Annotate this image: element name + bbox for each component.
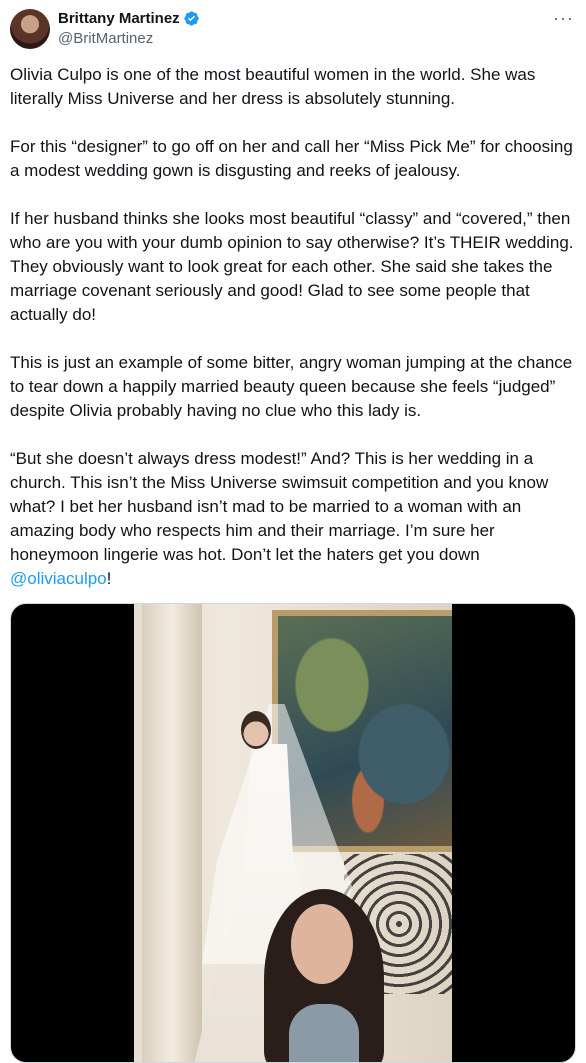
tweet-header: Brittany Martinez @BritMartinez ··· bbox=[10, 8, 576, 52]
tweet-text: Olivia Culpo is one of the most beautifu… bbox=[10, 63, 576, 591]
author-handle[interactable]: @BritMartinez bbox=[58, 30, 153, 47]
tweet-paragraph: For this “designer” to go off on her and… bbox=[10, 137, 573, 180]
video-frame[interactable] bbox=[134, 604, 452, 1062]
author-display-name[interactable]: Brittany Martinez bbox=[58, 10, 180, 27]
bride-head bbox=[241, 711, 271, 749]
tweet-paragraph-text: “But she doesn’t always dress modest!” A… bbox=[10, 449, 549, 564]
mention-link[interactable]: @oliviaculpo bbox=[10, 569, 107, 588]
presenter-top bbox=[289, 1004, 359, 1062]
author-name-row: Brittany Martinez bbox=[58, 10, 200, 27]
more-options-icon[interactable]: ··· bbox=[553, 8, 574, 29]
marble-pillar bbox=[142, 604, 202, 1062]
presenter-face bbox=[291, 904, 353, 984]
tweet-paragraph-end: ! bbox=[106, 569, 112, 588]
tweet-paragraph: This is just an example of some bitter, … bbox=[10, 353, 573, 420]
tweet-paragraph: If her husband thinks she looks most bea… bbox=[10, 209, 574, 324]
tweet-paragraph-last: “But she doesn’t always dress modest!” A… bbox=[10, 447, 576, 591]
media-video[interactable] bbox=[10, 603, 576, 1063]
verified-badge-icon bbox=[184, 11, 199, 26]
avatar[interactable] bbox=[10, 9, 50, 49]
tweet-paragraph: Olivia Culpo is one of the most beautifu… bbox=[10, 65, 536, 108]
